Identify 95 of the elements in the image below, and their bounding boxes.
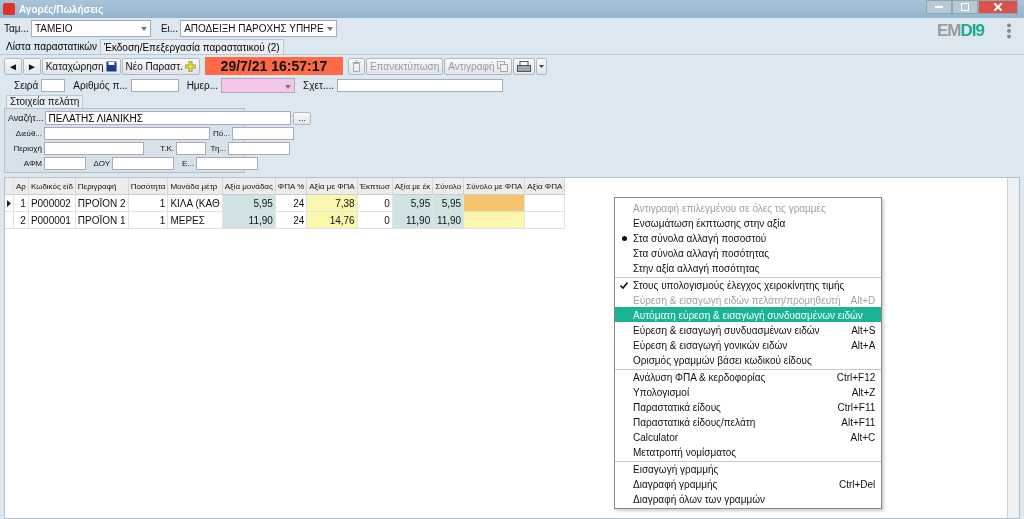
column-header[interactable]: Ποσότητα <box>128 178 168 195</box>
browse-button[interactable]: ... <box>293 111 311 125</box>
field-label: Αριθμός π... <box>73 79 128 91</box>
column-header[interactable]: Κωδικός είδ <box>28 178 76 195</box>
menu-item[interactable]: Υπολογισμοί Alt+Z <box>615 384 882 399</box>
field-label: Διεύθ... <box>14 128 42 138</box>
check-icon <box>620 281 628 289</box>
restore-icon <box>961 3 969 11</box>
menu-item[interactable]: Ορισμός γραμμών βάσει κωδικού είδους <box>615 352 882 367</box>
menu-item[interactable]: Εύρεση & εισαγωγή συνδυασμένων ειδών Alt+S <box>615 322 882 337</box>
menu-item[interactable]: Ανάλυση ΦΠΑ & κερδοφορίας Ctrl+F12 <box>615 369 882 384</box>
document-type-dropdown[interactable]: ΑΠΟΔΕΙΞΗ ΠΑΡΟΧΗΣ ΥΠΗΡΕ <box>180 19 337 37</box>
column-header[interactable]: Σύνολο με ΦΠΑ <box>463 178 525 195</box>
more-icon[interactable] <box>1006 23 1012 39</box>
minimize-button[interactable] <box>926 0 952 14</box>
date-time-display: 29/7/21 16:57:17 <box>204 57 343 75</box>
tab[interactable]: Έκδοση/Επεξεργασία παραστατικού (2) <box>100 39 284 54</box>
column-header[interactable]: Αξία ΦΠΑ <box>524 178 565 195</box>
minimize-icon <box>935 6 943 8</box>
menu-item[interactable]: Παραστατικά είδους/πελάτη Alt+F11 <box>615 414 882 429</box>
logo: EMDI9 <box>937 21 984 41</box>
customer-search-field[interactable]: ΠΕΛΑΤΗΣ ΛΙΑΝΙΚΗΣ <box>45 111 292 125</box>
new-document-button[interactable]: Νέο Παραστ. <box>121 57 200 75</box>
menu-item[interactable]: Calculator Alt+C <box>615 429 882 444</box>
input-field[interactable] <box>130 78 179 92</box>
column-header[interactable]: ΦΠΑ % <box>275 178 307 195</box>
row-indicator[interactable] <box>5 194 14 212</box>
restore-button[interactable] <box>952 0 978 14</box>
menu-item[interactable]: Παραστατικά είδους Ctrl+F11 <box>615 399 882 414</box>
input-field[interactable] <box>44 126 210 140</box>
field-label: Πό... <box>212 128 230 138</box>
input-field[interactable] <box>232 126 294 140</box>
column-header[interactable]: Αξία με ΦΠΑ <box>306 178 358 195</box>
menu-item[interactable]: Μετατροπή νομίσματος <box>615 444 882 459</box>
trash-icon <box>351 60 361 72</box>
caret-icon <box>285 84 292 89</box>
input-field[interactable] <box>112 156 174 170</box>
field-label: Ε... <box>181 158 194 168</box>
scroll-bar[interactable] <box>1007 178 1019 518</box>
register-dropdown[interactable]: ΤΑΜΕΙΟ <box>30 19 151 37</box>
printer-icon <box>516 60 531 72</box>
menu-item[interactable]: Στα σύνολα αλλαγή ποσοστού <box>615 230 882 245</box>
close-button[interactable] <box>978 0 1018 14</box>
save-icon <box>105 60 117 72</box>
field-label: Σειρά <box>14 79 39 91</box>
caret-icon <box>326 26 333 31</box>
field-label: Περιοχή <box>12 143 42 153</box>
next-button[interactable]: ► <box>22 57 41 75</box>
previous-button[interactable]: ◄ <box>4 57 22 75</box>
field-label: Αναζήτ... <box>8 113 44 123</box>
column-header[interactable]: Περιγραφή <box>75 178 129 195</box>
input-field[interactable] <box>228 141 290 155</box>
menu-item[interactable]: Στους υπολογισμούς έλεγχος χειροκίνητης τιμής <box>615 277 882 292</box>
input-field[interactable] <box>196 156 258 170</box>
input-field[interactable] <box>176 141 206 155</box>
menu-item[interactable]: Στην αξία αλλαγή ποσότητας <box>615 260 882 275</box>
field-label: Τ.Κ. <box>159 143 174 153</box>
plus-icon <box>184 60 196 72</box>
column-header[interactable]: Έκπτωσ <box>357 178 393 195</box>
app-icon <box>3 3 15 15</box>
column-header[interactable]: Αξία μονάδας <box>222 178 276 195</box>
field-label: ΔΟΥ <box>92 158 110 168</box>
input-field[interactable] <box>44 141 144 155</box>
print-dropdown-button[interactable] <box>535 57 547 75</box>
register-label: Ταμ... <box>4 22 29 34</box>
field-label: Ημερ... <box>186 79 219 91</box>
menu-item[interactable]: Εισαγωγή γραμμής <box>615 461 882 476</box>
field-label: ΑΦΜ <box>22 158 42 168</box>
menu-item[interactable]: Διαγραφή όλων των γραμμών <box>615 491 882 506</box>
field-label: Σχετ.... <box>303 79 335 91</box>
caret-icon <box>140 26 147 31</box>
column-header[interactable]: Αξία με έκ <box>392 178 433 195</box>
caret-icon <box>538 64 544 68</box>
window-title: Αγορές/Πωλήσεις <box>19 3 104 15</box>
date-field[interactable] <box>221 77 296 93</box>
input-field[interactable] <box>44 156 86 170</box>
tab[interactable]: Στοιχεία πελάτη <box>6 95 84 108</box>
document-type-label: Ει... <box>160 22 179 34</box>
column-header[interactable]: Μονάδα μέτρ <box>167 178 223 195</box>
row-pointer-icon <box>7 199 11 207</box>
close-icon <box>994 3 1002 11</box>
column-header[interactable]: Αρ <box>13 178 29 195</box>
save-button[interactable]: Καταχώρηση <box>41 57 121 75</box>
input-field[interactable] <box>337 78 504 92</box>
print-button[interactable] <box>512 57 535 75</box>
copy-icon <box>496 60 508 72</box>
column-header[interactable]: Σύνολο <box>432 178 464 195</box>
field-label: Τη... <box>209 143 226 153</box>
menu-item[interactable]: Εύρεση & εισαγωγή γονικών ειδών Alt+A <box>615 337 882 352</box>
tab[interactable]: Λίστα παραστατικών <box>3 39 101 54</box>
menu-item[interactable]: Ενσωμάτωση έκπτωσης στην αξία <box>615 215 882 230</box>
input-field[interactable] <box>41 78 66 92</box>
menu-item[interactable]: Στα σύνολα αλλαγή ποσότητας <box>615 245 882 260</box>
menu-item[interactable]: Διαγραφή γραμμής Ctrl+Del <box>615 476 882 491</box>
bullet-icon <box>621 235 627 241</box>
